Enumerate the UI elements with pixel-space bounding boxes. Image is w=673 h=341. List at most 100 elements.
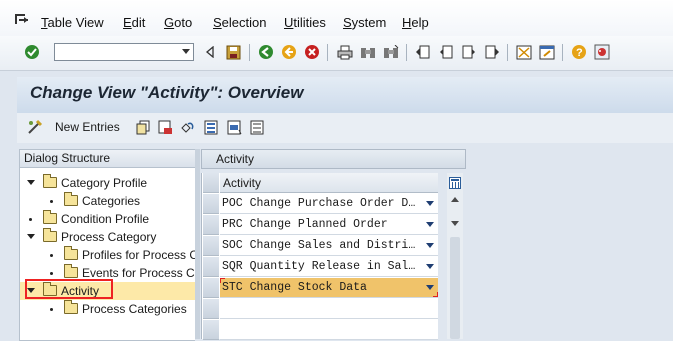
create-session-icon[interactable] bbox=[515, 43, 533, 61]
menu-system[interactable]: System bbox=[343, 15, 386, 30]
first-page-icon[interactable] bbox=[414, 43, 432, 61]
command-field-dropdown-icon[interactable] bbox=[182, 49, 190, 54]
delete-icon[interactable] bbox=[156, 118, 174, 136]
content-area: Dialog Structure Category Profile Catego… bbox=[17, 143, 673, 341]
dropdown-arrow-icon[interactable] bbox=[426, 201, 434, 206]
table-row-empty[interactable] bbox=[220, 299, 438, 319]
expanded-arrow-icon[interactable] bbox=[27, 180, 35, 185]
toolbar-separator bbox=[327, 44, 328, 61]
menu-goto-rest: oto bbox=[174, 15, 193, 30]
copy-as-icon[interactable] bbox=[134, 118, 152, 136]
vertical-scrollbar[interactable] bbox=[447, 173, 463, 339]
deselect-all-icon[interactable] bbox=[248, 118, 266, 136]
command-field[interactable] bbox=[54, 43, 194, 61]
menu-edit-key: E bbox=[123, 15, 132, 30]
exit-icon[interactable] bbox=[280, 43, 298, 61]
leaf-bullet-icon bbox=[50, 272, 53, 275]
expanded-arrow-icon[interactable] bbox=[27, 234, 35, 239]
menu-selection[interactable]: Selection bbox=[213, 15, 266, 30]
tree-node-label: Process Category bbox=[61, 230, 157, 244]
help-icon[interactable]: ? bbox=[570, 43, 588, 61]
table-settings-icon[interactable] bbox=[449, 177, 461, 189]
scroll-up-icon[interactable] bbox=[451, 197, 459, 202]
toolbar-separator bbox=[562, 44, 563, 61]
table-row[interactable]: POC Change Purchase Order D… bbox=[220, 194, 438, 214]
tree-node-label: Category Profile bbox=[61, 176, 148, 190]
menu-edit[interactable]: Edit bbox=[123, 15, 145, 30]
find-next-icon[interactable] bbox=[382, 43, 400, 61]
menu-help-key: H bbox=[402, 15, 412, 30]
row-selector[interactable] bbox=[203, 278, 219, 298]
table-row[interactable]: SOC Change Sales and Distri… bbox=[220, 236, 438, 256]
next-page-icon[interactable] bbox=[460, 43, 478, 61]
new-entries-button[interactable]: New Entries bbox=[55, 120, 120, 134]
dialog-structure-tree: Dialog Structure Category Profile Catego… bbox=[19, 149, 195, 341]
tree-node-profiles-for-process[interactable]: Profiles for Process C bbox=[20, 246, 195, 264]
find-icon[interactable] bbox=[359, 43, 377, 61]
tree-node-condition-profile[interactable]: Condition Profile bbox=[20, 210, 195, 228]
customize-layout-icon[interactable] bbox=[593, 43, 611, 61]
save-icon[interactable] bbox=[224, 43, 242, 61]
folder-icon bbox=[64, 300, 78, 314]
back-icon[interactable] bbox=[257, 43, 275, 61]
menu-help[interactable]: Help bbox=[402, 15, 429, 30]
leaf-bullet-icon bbox=[50, 308, 53, 311]
scroll-down-icon[interactable] bbox=[451, 221, 459, 226]
row-selector[interactable] bbox=[203, 215, 219, 235]
menu-table-view[interactable]: Table View bbox=[41, 15, 104, 30]
select-all-rows-button[interactable] bbox=[203, 173, 219, 193]
tree-node-process-category[interactable]: Process Category bbox=[20, 228, 195, 246]
table-row-selected[interactable]: STC Change Stock Data bbox=[220, 278, 438, 298]
tree-node-process-categories[interactable]: Process Categories bbox=[20, 300, 195, 318]
select-block-icon[interactable] bbox=[225, 118, 243, 136]
scrollbar-track[interactable] bbox=[450, 237, 460, 339]
enter-check-icon[interactable] bbox=[23, 43, 41, 61]
menu-help-rest: elp bbox=[411, 15, 429, 30]
menu-edit-rest: dit bbox=[131, 15, 146, 30]
table-row[interactable]: SQR Quantity Release in Sal… bbox=[220, 257, 438, 277]
table-row-empty[interactable] bbox=[220, 320, 438, 340]
menu-table-view-rest: able View bbox=[47, 15, 104, 30]
tree-node-label: Events for Process C bbox=[82, 266, 195, 280]
row-selector[interactable] bbox=[203, 320, 219, 340]
folder-icon bbox=[43, 210, 57, 224]
splitter-bar[interactable] bbox=[195, 149, 200, 339]
row-selector[interactable] bbox=[203, 299, 219, 319]
undo-change-icon[interactable] bbox=[178, 118, 196, 136]
dropdown-arrow-icon[interactable] bbox=[426, 285, 434, 290]
application-toolbar: New Entries bbox=[17, 113, 673, 144]
menu-bar: Table View Edit Goto Selection Utilities… bbox=[0, 0, 673, 36]
row-selector[interactable] bbox=[203, 194, 219, 214]
shortcut-icon[interactable] bbox=[538, 43, 556, 61]
menu-utilities-rest: tilities bbox=[293, 15, 326, 30]
column-header-activity[interactable]: Activity bbox=[220, 173, 438, 193]
menu-goto-key: G bbox=[164, 15, 175, 30]
previous-page-icon[interactable] bbox=[437, 43, 455, 61]
change-display-icon[interactable] bbox=[26, 118, 44, 136]
activity-panel-title: Activity bbox=[201, 149, 466, 169]
row-selector[interactable] bbox=[203, 236, 219, 256]
menu-utilities[interactable]: Utilities bbox=[284, 15, 326, 30]
folder-icon bbox=[64, 192, 78, 206]
menu-utilities-key: U bbox=[284, 15, 294, 30]
print-icon[interactable] bbox=[336, 43, 354, 61]
collapse-left-icon[interactable] bbox=[201, 43, 219, 61]
cancel-icon[interactable] bbox=[303, 43, 321, 61]
menu-icon[interactable] bbox=[14, 13, 30, 30]
table-row[interactable]: PRC Change Planned Order bbox=[220, 215, 438, 235]
dropdown-arrow-icon[interactable] bbox=[426, 222, 434, 227]
tree-node-category-profile[interactable]: Category Profile bbox=[20, 174, 195, 192]
dropdown-arrow-icon[interactable] bbox=[426, 264, 434, 269]
toolbar-separator bbox=[249, 44, 250, 61]
title-bar: Change View "Activity": Overview bbox=[17, 77, 673, 113]
select-all-icon[interactable] bbox=[202, 118, 220, 136]
tree-node-label: Categories bbox=[82, 194, 141, 208]
tree-node-categories[interactable]: Categories bbox=[20, 192, 195, 210]
activity-cell-text: POC Change Purchase Order D… bbox=[222, 197, 416, 210]
last-page-icon[interactable] bbox=[483, 43, 501, 61]
menu-selection-key: S bbox=[213, 15, 222, 30]
menu-goto[interactable]: Goto bbox=[164, 15, 192, 30]
dropdown-arrow-icon[interactable] bbox=[426, 243, 434, 248]
toolbar-separator bbox=[406, 44, 407, 61]
row-selector[interactable] bbox=[203, 257, 219, 277]
